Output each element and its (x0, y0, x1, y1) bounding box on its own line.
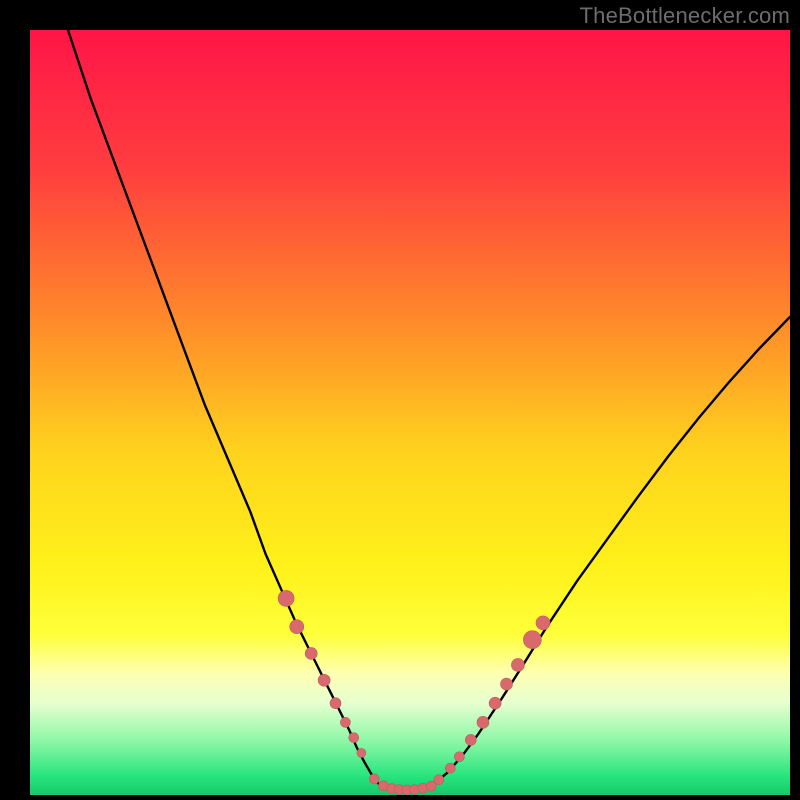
data-marker (489, 697, 501, 709)
curve-left-curve (68, 30, 380, 785)
data-marker (434, 775, 444, 785)
data-marker (511, 658, 524, 671)
data-marker (445, 763, 455, 773)
watermark-text: TheBottlenecker.com (580, 3, 790, 29)
data-marker (340, 717, 350, 727)
data-marker (290, 620, 304, 634)
data-marker (357, 748, 366, 757)
data-marker (536, 616, 550, 630)
data-marker (369, 774, 379, 784)
data-marker (305, 647, 317, 659)
data-marker (454, 752, 464, 762)
data-marker (523, 631, 541, 649)
data-marker (278, 590, 294, 606)
data-marker (477, 716, 489, 728)
data-marker (330, 698, 341, 709)
data-marker (465, 734, 476, 745)
plot-area (30, 30, 790, 795)
curve-right-curve (433, 317, 790, 785)
data-marker (501, 678, 513, 690)
chart-frame: TheBottlenecker.com (0, 0, 800, 800)
chart-svg (30, 30, 790, 795)
data-marker (318, 674, 330, 686)
data-marker (349, 733, 359, 743)
